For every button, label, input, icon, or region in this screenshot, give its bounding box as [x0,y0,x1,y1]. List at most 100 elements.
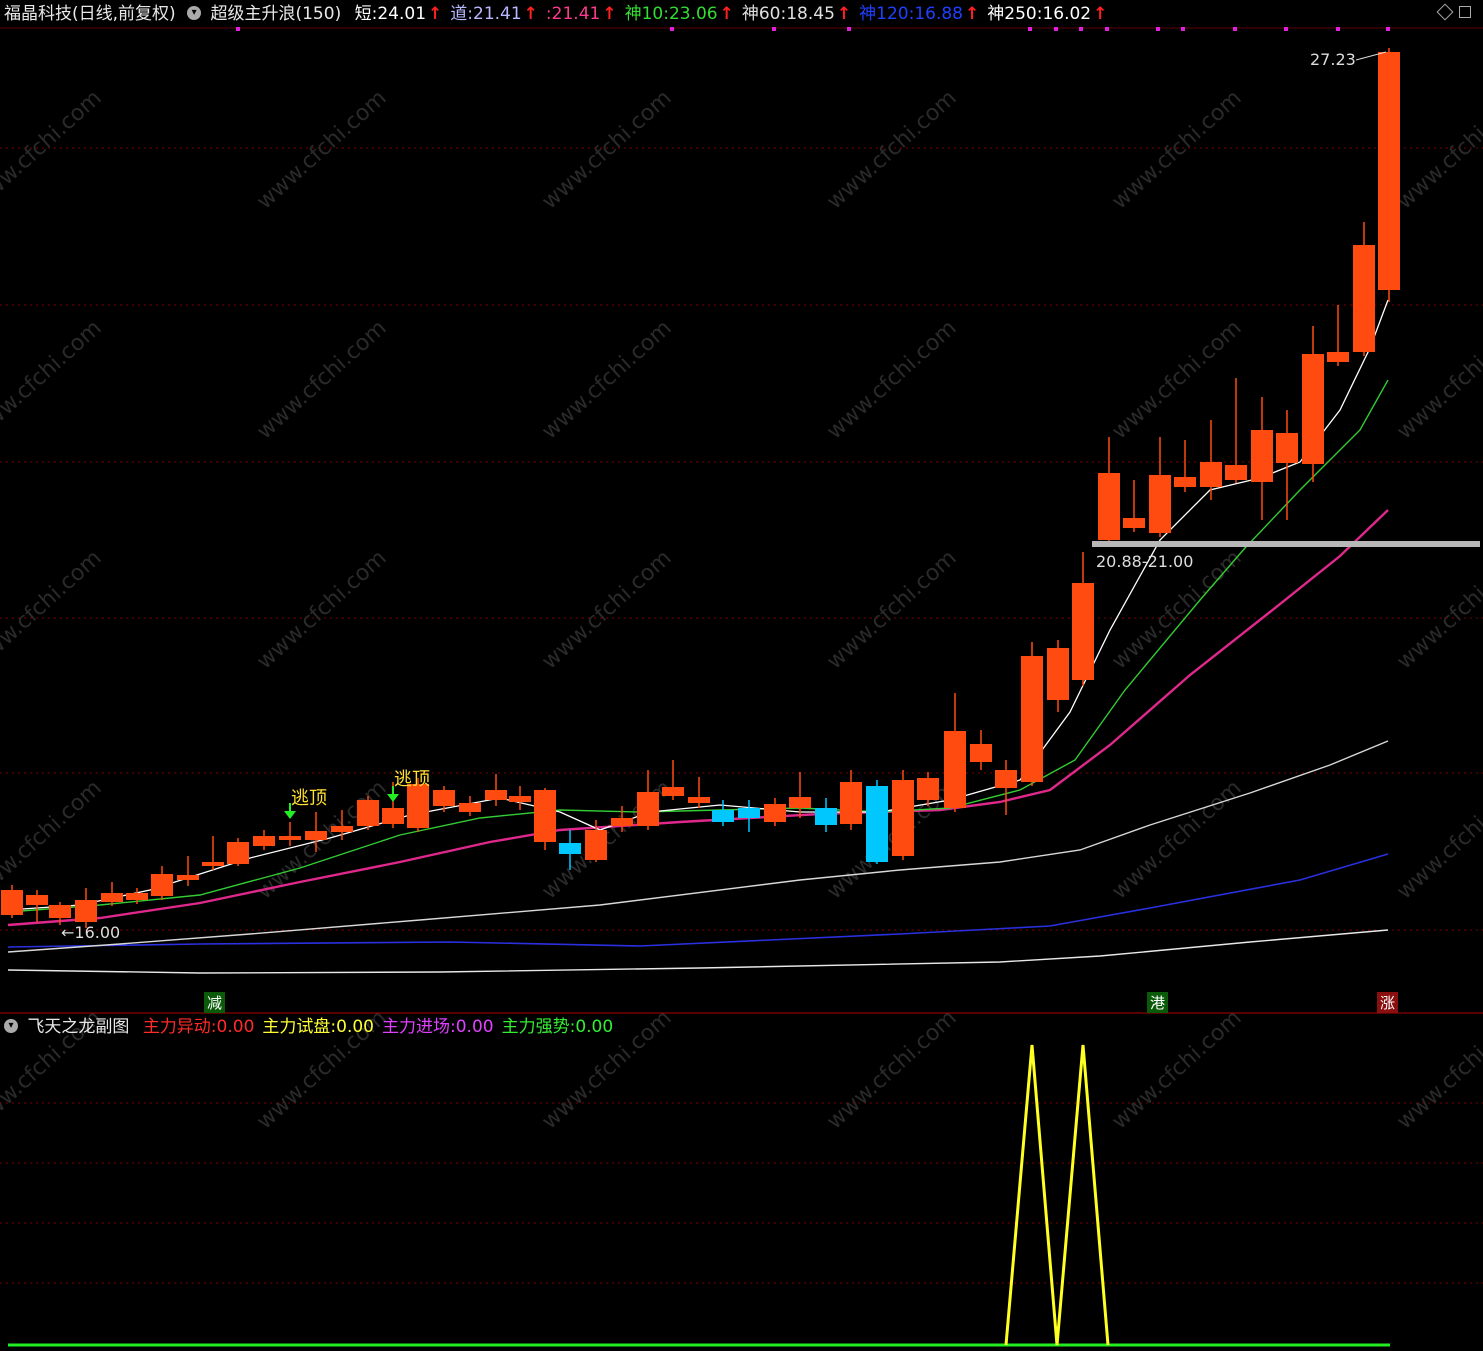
candlestick [227,842,249,864]
candlestick [688,797,710,803]
signal-dot [1156,27,1160,31]
candlestick [637,792,659,826]
candlestick [866,786,888,862]
watermark-text: www.cfchi.com [0,316,107,445]
tag-port: 港 [1147,992,1169,1013]
sub-indicator-item-label: 主力进场: [382,1017,456,1037]
watermark-text: www.cfchi.com [1107,86,1246,215]
watermark-text: www.cfchi.com [1392,776,1483,905]
sub-chart-header: ▾ 飞天之龙副图 主力异动: 0.00 主力试盘: 0.00 主力进场: 0.00 主… [0,1013,613,1041]
signal-dot [1284,27,1288,31]
candlestick [1302,354,1324,464]
signal-dot [1386,27,1390,31]
watermark-text: www.cfchi.com [0,546,107,675]
escape-top-label-1: 逃顶 [291,788,327,809]
chart-canvas[interactable]: www.cfchi.com www.cfchi.com www.cfchi.com w… [0,0,1483,1351]
sub-indicator-item-value: 0.00 [575,1017,614,1037]
candlestick [177,875,199,880]
candlestick [840,782,862,824]
sub-indicator-item-0: 主力异动: 0.00 [143,1013,255,1041]
tag-reduce: 减 [204,992,226,1013]
signal-dot [1105,27,1109,31]
candlestick [126,893,148,900]
candlestick [1174,477,1196,487]
watermark-text: www.cfchi.com [822,546,961,675]
signal-dot [1181,27,1185,31]
watermark-text: www.cfchi.com [252,546,391,675]
sub-dropdown-icon[interactable]: ▾ [4,1019,18,1033]
signal-dot [772,27,776,31]
signal-dot [1336,27,1340,31]
candlestick [1378,52,1400,290]
low-price-label: ←16.00 [61,923,121,942]
candlestick [357,800,379,826]
candlestick [559,843,581,854]
signal-dot [236,27,240,31]
candlestick [485,790,507,800]
watermark-text: www.cfchi.com [252,316,391,445]
watermark-text: www.cfchi.com [1107,776,1246,905]
candlestick [279,836,301,840]
candlestick [1200,462,1222,487]
candlestick [1251,430,1273,482]
candlestick [764,804,786,822]
candlestick [26,895,48,905]
sub-signal-line [1004,1044,1110,1346]
sub-indicator-item-value: 0.00 [216,1017,255,1037]
watermark-text: www.cfchi.com [1107,1006,1246,1135]
watermark-text: www.cfchi.com [1392,316,1483,445]
sub-indicator-item-3: 主力强势: 0.00 [502,1013,614,1041]
support-line [1092,541,1480,547]
watermark-text: www.cfchi.com [822,316,961,445]
tag-rise: 涨 [1377,992,1399,1013]
candlestick [892,780,914,856]
signal-dot [1079,27,1083,31]
signal-dot [1233,27,1237,31]
candlestick [1123,518,1145,528]
candlestick [944,731,966,808]
watermark-text: www.cfchi.com [1392,546,1483,675]
candlestick [1225,465,1247,480]
watermark-text: www.cfchi.com [1392,86,1483,215]
sub-indicator-item-label: 主力异动: [142,1017,217,1037]
sub-indicator-item-2: 主力进场: 0.00 [382,1013,494,1041]
candlestick [662,787,684,796]
candlestick [202,862,224,866]
candlestick [1327,352,1349,362]
candlestick [712,810,734,822]
candlestick [995,770,1017,788]
watermark-text: www.cfchi.com [537,546,676,675]
watermark-text: www.cfchi.com [0,86,107,215]
candlestick [1072,583,1094,680]
candlestick [151,874,173,896]
watermark-text: www.cfchi.com [1392,1006,1483,1135]
candlestick [49,905,71,918]
escape-top-label-2: 逃顶 [394,769,430,790]
sub-indicator-item-label: 主力强势: [501,1017,576,1037]
candlestick [1021,656,1043,782]
watermark-text: www.cfchi.com [537,86,676,215]
candlestick [1276,433,1298,463]
candlestick [789,797,811,808]
signal-dot [670,27,674,31]
signal-dot [1028,27,1032,31]
escape-arrow-icon [284,811,296,819]
signal-dot [847,27,851,31]
range-label: 20.88-21.00 [1096,552,1194,571]
candlestick [433,790,455,806]
escape-arrow-icon [387,794,399,802]
high-price-label: 27.23 [1310,50,1356,69]
sub-indicator-item-value: 0.00 [455,1017,494,1037]
watermark-text: www.cfchi.com [0,776,107,905]
sub-indicator-name[interactable]: 飞天之龙副图 [27,1013,129,1041]
watermark-text: www.cfchi.com [537,316,676,445]
candlestick [1353,245,1375,352]
sub-indicator-values: 主力异动: 0.00 主力试盘: 0.00 主力进场: 0.00 主力强势: 0.00 [135,1013,613,1041]
watermark-text: www.cfchi.com [822,1006,961,1135]
candlestick [1149,475,1171,533]
sub-indicator-item-label: 主力试盘: [262,1017,337,1037]
candlestick [738,808,760,818]
candlestick [1047,648,1069,700]
candlestick [75,900,97,922]
candlestick [815,808,837,825]
